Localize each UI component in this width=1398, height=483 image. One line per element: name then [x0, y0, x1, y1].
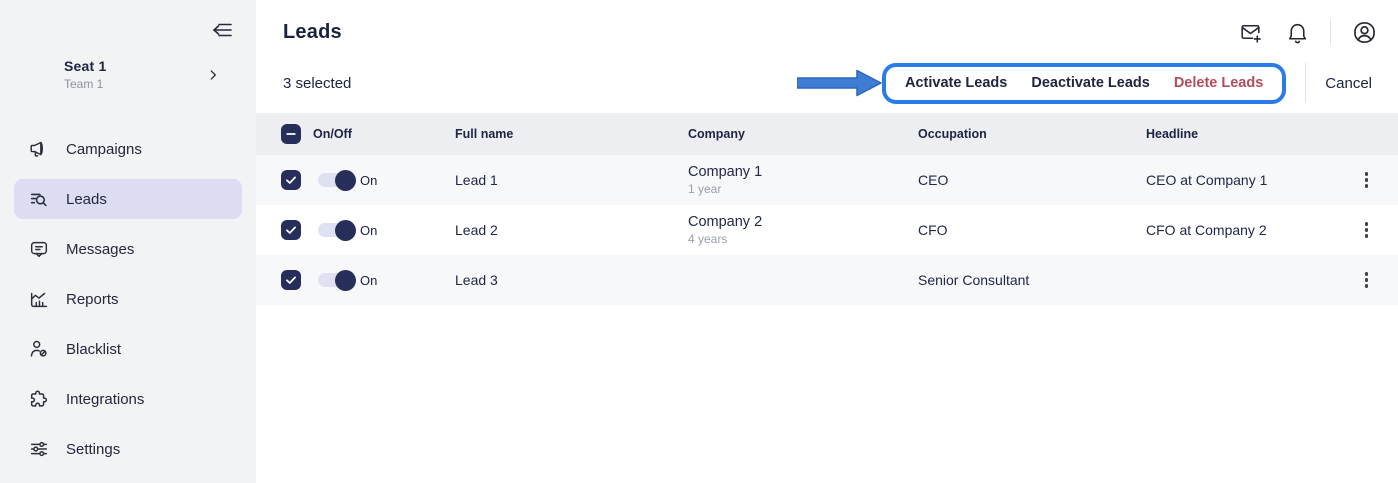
- toggle-label: On: [360, 223, 377, 238]
- seat-selector[interactable]: Seat 1 Team 1: [64, 58, 236, 91]
- sliders-icon: [28, 438, 50, 460]
- row-menu-kebab-icon[interactable]: [1359, 168, 1375, 192]
- sidebar-item-label: Leads: [66, 191, 107, 208]
- on-off-toggle[interactable]: [318, 173, 354, 187]
- sidebar-item-label: Reports: [66, 291, 119, 308]
- seat-subtitle: Team 1: [64, 77, 206, 91]
- on-off-toggle[interactable]: [318, 273, 354, 287]
- sidebar-item-campaigns[interactable]: Campaigns: [14, 129, 242, 169]
- chart-icon: [28, 288, 50, 310]
- annotation-arrow-icon: [797, 68, 883, 98]
- toggle-label: On: [360, 273, 377, 288]
- leads-table: On/Off Full name Company Occupation Head…: [256, 113, 1398, 305]
- row-checkbox[interactable]: [281, 220, 301, 240]
- row-menu-kebab-icon[interactable]: [1359, 218, 1375, 242]
- table-header-row: On/Off Full name Company Occupation Head…: [256, 113, 1398, 155]
- row-checkbox[interactable]: [281, 270, 301, 290]
- table-row: On Lead 2 Company 2 4 years CFO CFO at C…: [256, 205, 1398, 255]
- cancel-button[interactable]: Cancel: [1325, 75, 1372, 92]
- sidebar-item-settings[interactable]: Settings: [14, 429, 242, 469]
- lead-search-icon: [28, 188, 50, 210]
- titlebar: Leads: [256, 0, 1398, 48]
- column-header-occupation: Occupation: [918, 127, 1146, 141]
- lead-full-name: Lead 2: [455, 222, 688, 238]
- lead-full-name: Lead 1: [455, 172, 688, 188]
- blocked-person-icon: [28, 338, 50, 360]
- sidebar-item-label: Campaigns: [66, 141, 142, 158]
- sidebar-item-label: Messages: [66, 241, 134, 258]
- sidebar-item-blacklist[interactable]: Blacklist: [14, 329, 242, 369]
- lead-occupation: CFO: [918, 222, 1146, 238]
- main-content: Leads: [256, 0, 1398, 483]
- sidebar-item-label: Integrations: [66, 391, 144, 408]
- collapse-sidebar-icon[interactable]: [210, 18, 234, 42]
- sidebar-item-leads[interactable]: Leads: [14, 179, 242, 219]
- column-header-onoff: On/Off: [313, 127, 455, 141]
- sidebar-item-reports[interactable]: Reports: [14, 279, 242, 319]
- column-header-company: Company: [688, 127, 918, 141]
- activate-leads-button[interactable]: Activate Leads: [905, 75, 1007, 91]
- bell-icon[interactable]: [1285, 20, 1310, 45]
- delete-leads-button[interactable]: Delete Leads: [1174, 75, 1263, 91]
- sidebar-nav: Campaigns Leads: [0, 129, 256, 469]
- deactivate-leads-button[interactable]: Deactivate Leads: [1031, 75, 1149, 91]
- message-bubble-icon: [28, 238, 50, 260]
- seat-title: Seat 1: [64, 58, 206, 74]
- lead-occupation: CEO: [918, 172, 1146, 188]
- chevron-right-icon: [206, 68, 220, 82]
- toggle-label: On: [360, 173, 377, 188]
- row-checkbox[interactable]: [281, 170, 301, 190]
- row-menu-kebab-icon[interactable]: [1359, 268, 1375, 292]
- sidebar-item-label: Settings: [66, 441, 120, 458]
- lead-company: Company 1: [688, 164, 918, 180]
- lead-headline: CEO at Company 1: [1146, 172, 1344, 188]
- mail-plus-icon[interactable]: [1238, 20, 1263, 45]
- on-off-toggle[interactable]: [318, 223, 354, 237]
- table-row: On Lead 1 Company 1 1 year CEO CEO at Co…: [256, 155, 1398, 205]
- lead-tenure: 1 year: [688, 182, 918, 196]
- sidebar-item-integrations[interactable]: Integrations: [14, 379, 242, 419]
- megaphone-icon: [28, 138, 50, 160]
- bulk-actions-highlight-box: Activate Leads Deactivate Leads Delete L…: [882, 63, 1286, 104]
- lead-tenure: 4 years: [688, 232, 918, 246]
- column-header-full-name: Full name: [455, 127, 688, 141]
- selected-count: 3 selected: [283, 75, 351, 92]
- select-all-checkbox[interactable]: [281, 124, 301, 144]
- table-row: On Lead 3 Senior Consultant: [256, 255, 1398, 305]
- lead-occupation: Senior Consultant: [918, 272, 1146, 288]
- sidebar: Seat 1 Team 1 Campaigns: [0, 0, 256, 483]
- header-divider: [1330, 19, 1331, 45]
- cancel-divider: [1305, 63, 1306, 103]
- lead-headline: CFO at Company 2: [1146, 222, 1344, 238]
- page-title: Leads: [283, 21, 342, 44]
- selection-bar: 3 selected Activate Leads Deactivate Lea…: [256, 61, 1398, 105]
- lead-company: Company 2: [688, 214, 918, 230]
- column-header-headline: Headline: [1146, 127, 1344, 141]
- sidebar-item-label: Blacklist: [66, 341, 121, 358]
- puzzle-icon: [28, 388, 50, 410]
- sidebar-item-messages[interactable]: Messages: [14, 229, 242, 269]
- lead-full-name: Lead 3: [455, 272, 688, 288]
- avatar-icon[interactable]: [1351, 19, 1378, 46]
